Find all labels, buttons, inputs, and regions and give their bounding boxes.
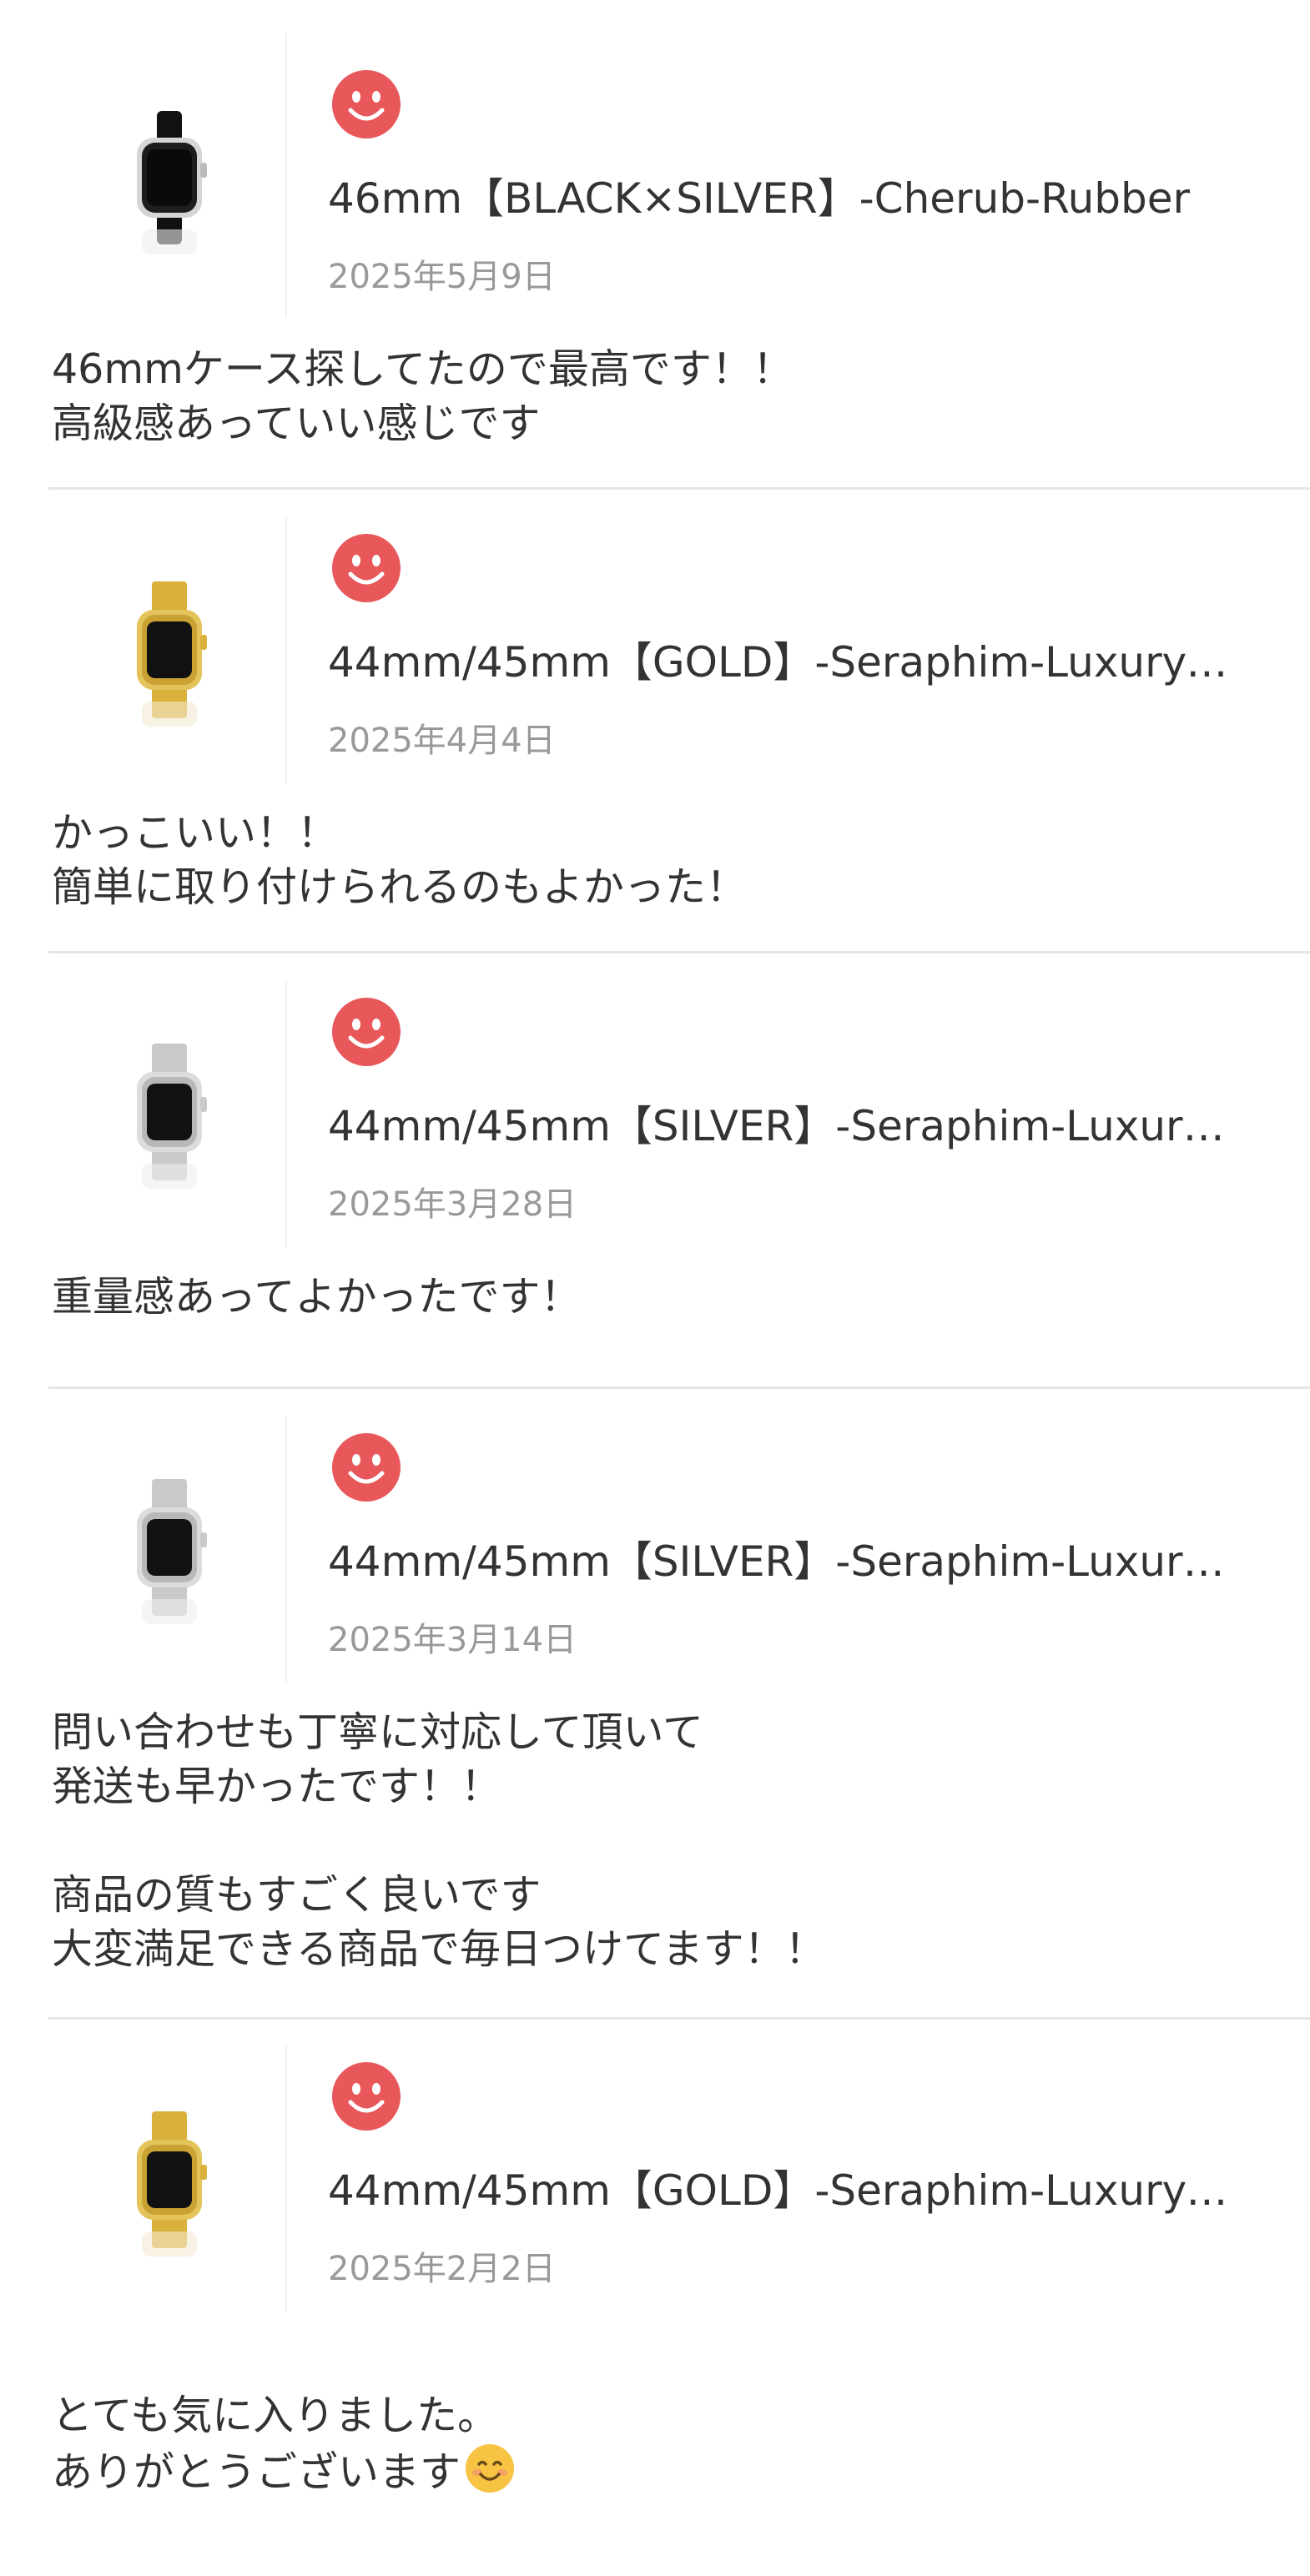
review-comment-text: とても気に入りました。 ありがとうございます [52,2392,499,2496]
review-date: 2025年2月2日 [328,2250,556,2288]
smile-face-icon [332,2062,401,2131]
product-thumbnail[interactable] [98,2102,240,2269]
product-name[interactable]: 44mm/45mm【GOLD】-Seraphim-Luxury-Metal-Ba… [328,2164,1229,2217]
smiling-face-emoji-icon [466,2444,515,2493]
review-item: 44mm/45mm【GOLD】-Seraphim-Luxury-Metal-Ba… [0,0,1310,2576]
review-comment: とても気に入りました。 ありがとうございます [52,2334,1253,2499]
gold-watch-case-image [137,2111,207,2257]
thumbnail-separator [285,2045,287,2312]
